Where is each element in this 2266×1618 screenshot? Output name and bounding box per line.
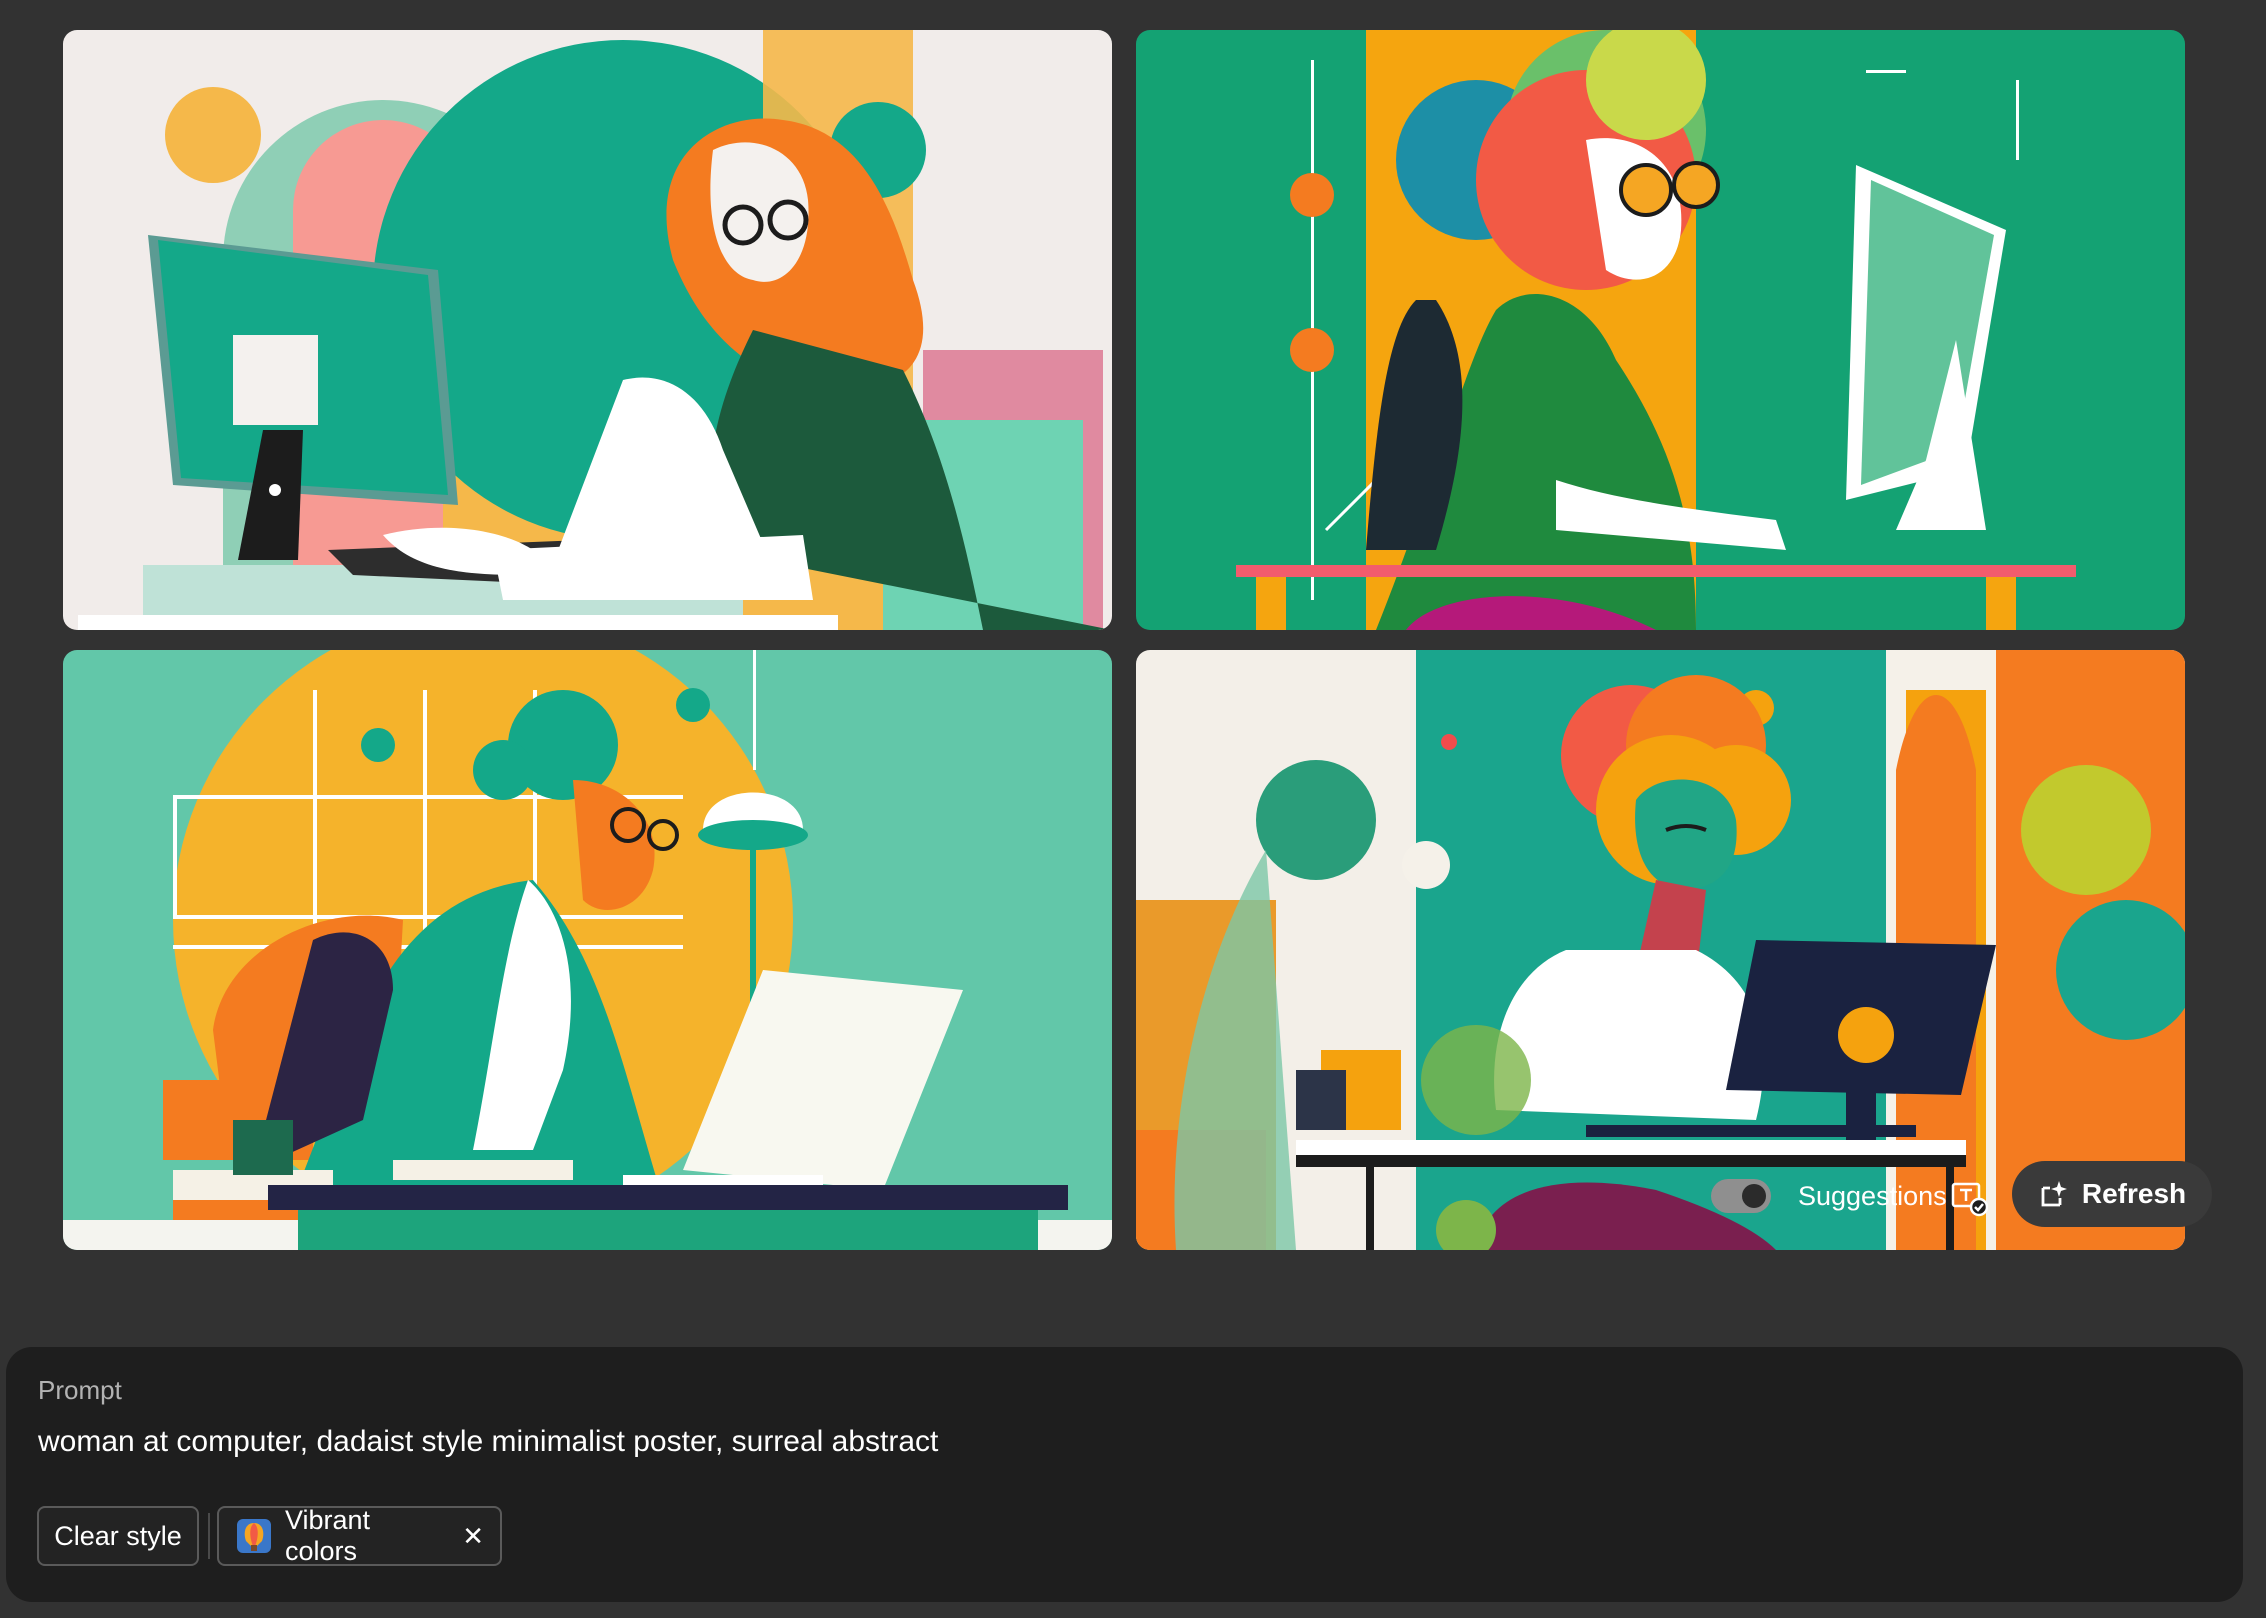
chip-divider bbox=[208, 1513, 210, 1559]
close-icon[interactable]: ✕ bbox=[462, 1521, 484, 1552]
suggestions-label: Suggestions bbox=[1798, 1181, 1947, 1211]
prompt-label: Prompt bbox=[38, 1375, 122, 1405]
text-check-icon[interactable] bbox=[1950, 1179, 1988, 1217]
generated-image-1[interactable] bbox=[63, 30, 1112, 630]
style-chip-vibrant-colors[interactable]: Vibrant colors ✕ bbox=[217, 1505, 502, 1566]
generated-image-3[interactable] bbox=[63, 650, 1112, 1250]
clear-style-label: Clear style bbox=[54, 1520, 182, 1551]
refresh-label: Refresh bbox=[2081, 1178, 2187, 1209]
refresh-sparkle-icon bbox=[2041, 1181, 2067, 1207]
style-chip-label: Vibrant colors bbox=[285, 1505, 371, 1566]
vibrant-colors-thumbnail-icon bbox=[237, 1519, 271, 1553]
image-grid bbox=[63, 30, 2185, 1250]
prompt-panel: Prompt woman at computer, dadaist style … bbox=[6, 1347, 2243, 1602]
generated-image-4[interactable] bbox=[1136, 650, 2185, 1250]
prompt-input[interactable]: woman at computer, dadaist style minimal… bbox=[38, 1425, 938, 1459]
suggestions-toggle[interactable] bbox=[1711, 1179, 1771, 1213]
generated-image-2[interactable] bbox=[1136, 30, 2185, 630]
toggle-knob bbox=[1742, 1184, 1766, 1208]
clear-style-button[interactable]: Clear style bbox=[37, 1506, 199, 1566]
refresh-button[interactable]: Refresh bbox=[2012, 1161, 2212, 1227]
